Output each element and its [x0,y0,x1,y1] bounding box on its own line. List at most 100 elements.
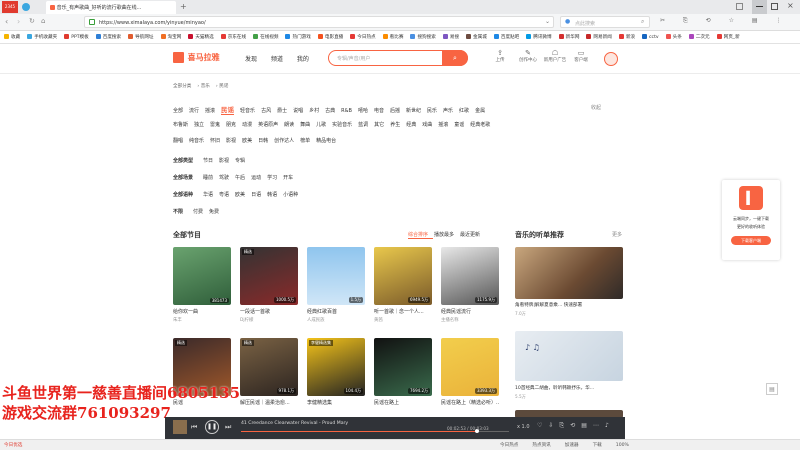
sort-tab[interactable]: 最近更新 [460,232,480,238]
new-user-gift-button[interactable]: ☖ 新用户广告 [542,49,568,63]
filter-option[interactable]: 榜单 [300,138,310,144]
filter-option[interactable]: 朋克 [226,122,236,128]
download-client-button[interactable]: 下载客户端 [731,236,771,245]
bookmark-item[interactable]: 新浪 [618,31,635,44]
filter-option[interactable]: 戏曲 [422,122,432,128]
filter-option[interactable]: 开车 [283,175,293,181]
home-icon[interactable]: ⌂ [41,17,45,25]
bookmark-item[interactable]: 金属城 [466,31,487,44]
new-tab-icon[interactable]: + [180,2,187,11]
filter-option[interactable]: 布鲁斯 [173,122,188,128]
filter-option[interactable]: 节日 [203,158,213,164]
filter-option[interactable]: 学习 [267,175,277,181]
program-cover[interactable]: 7694.2万 [374,338,432,396]
bookmark-item[interactable]: PPT模板 [64,31,89,44]
bookmark-item[interactable]: 网页_新 [716,31,740,44]
program-author[interactable]: Dj柠檬 [240,317,298,323]
filter-option[interactable]: 舞曲 [300,122,310,128]
filter-option[interactable]: 粤语 [219,192,229,198]
program-card[interactable]: 7694.2万 民谣在路上 [374,338,432,406]
filter-option[interactable]: 英语原声 [258,122,278,128]
filter-option[interactable]: 古风 [261,108,271,114]
filter-option[interactable]: 电音 [374,108,384,114]
bookmark-item[interactable]: 热门游戏 [285,31,311,44]
program-card[interactable]: 1175.9万 经典民谣流行 主播名称 [441,247,499,323]
filter-option[interactable]: 影视 [219,158,229,164]
progress-track[interactable] [241,429,509,433]
filter-option[interactable]: 独立 [194,122,204,128]
bookmark-item[interactable]: 淘宝网 [160,31,181,44]
status-today-picks[interactable]: 今日优选 [4,442,22,448]
filter-option[interactable]: 欧美 [242,138,252,144]
filter-option[interactable]: 童谣 [454,122,464,128]
program-title[interactable]: 经典民谣流行 [441,308,499,315]
filter-option[interactable]: 动漫 [242,122,252,128]
close-window-button[interactable]: × [787,1,794,10]
recommend-item-title-2[interactable]: 10首经典二胡曲，聆听韩颖抒乐，华... [515,385,623,391]
filter-option[interactable]: 蓝调 [358,122,368,128]
player-cover[interactable] [173,420,187,434]
tab-active[interactable]: 音乐_有声歌曲_好听的流行歌曲在线... [46,1,176,14]
program-title[interactable]: 经典红歌百首 [307,308,365,315]
recommend-more-link[interactable]: 更多 [612,231,622,238]
nav-discover[interactable]: 发现 [245,56,257,63]
program-cover[interactable]: 381473 [173,247,231,305]
filter-option[interactable]: 摇滚 [438,122,448,128]
filter-option[interactable]: 新世纪 [406,108,421,114]
bookmark-item[interactable]: 电影直播 [317,31,343,44]
filter-option[interactable]: 经典 [406,122,416,128]
back-icon[interactable]: ‹ [5,17,8,26]
filter-option[interactable]: 日语 [251,192,261,198]
site-logo[interactable]: 喜马拉雅 [173,52,220,63]
maximize-button[interactable] [771,3,778,10]
filter-option[interactable]: 创作达人 [274,138,294,144]
search-icon[interactable]: ⌕ [641,18,644,26]
filter-option[interactable]: 精品电台 [316,138,336,144]
collapse-filters-button[interactable]: 收起 [591,104,601,111]
bookmark-item[interactable]: 收藏 [4,31,20,44]
player-action-icons[interactable]: ♡⇩⎘⟲▤⋯ [537,422,605,430]
next-track-icon[interactable]: ⏭ [225,423,231,432]
program-card[interactable]: 精选 1000.5万 一段话一首歌 Dj柠檬 [240,247,298,323]
bookmark-item[interactable]: 百度搜索 [95,31,121,44]
breadcrumb-music[interactable]: 音乐 [201,84,210,89]
bookmark-item[interactable]: 易搜 [442,31,459,44]
filter-option[interactable]: 实验音乐 [332,122,352,128]
filter-option[interactable]: 运动 [251,175,261,181]
program-title[interactable]: 听一首歌｜念一个人... [374,308,432,315]
prev-track-icon[interactable]: ⏮ [191,423,197,432]
filter-option[interactable]: 免费 [209,209,219,215]
creator-center-button[interactable]: ✎ 创作中心 [516,49,540,63]
filter-option[interactable]: 午后 [235,175,245,181]
filter-option[interactable]: 日韩 [258,138,268,144]
program-cover[interactable]: 1.5万 [307,247,365,305]
filter-option[interactable]: 轻音乐 [240,108,255,114]
program-cover[interactable]: 精选 1000.5万 [240,247,298,305]
filter-option[interactable]: 纯音乐 [189,138,204,144]
filter-option[interactable]: 嘻哈 [358,108,368,114]
bookmark-item[interactable]: 看比赛 [382,31,403,44]
filter-option[interactable]: 古典 [325,108,335,114]
bookmark-item[interactable]: 导航网址 [128,31,154,44]
filter-option[interactable]: 金属 [475,108,485,114]
bookmark-item[interactable]: 腾讯微博 [526,31,552,44]
recommend-cover-2[interactable]: ♪ ♫ [515,331,623,381]
filter-option[interactable]: 红歌 [459,108,469,114]
filter-option[interactable]: 乡村 [309,108,319,114]
recommend-item-title-1[interactable]: 角看特牌|解解夏意乘... 快速部署 [515,302,623,308]
filter-option[interactable]: 后摇 [390,108,400,114]
bookmark-item[interactable]: 京东在线 [220,31,246,44]
program-card[interactable]: 精选 978.1万 解压民谣｜温柔治愈... [240,338,298,406]
bookmark-item[interactable]: 百度贴吧 [493,31,519,44]
breadcrumb-all[interactable]: 全部分类 [173,84,191,89]
program-card[interactable]: 3393.3万 民谣在路上（精选必听）... [441,338,499,406]
filter-option[interactable]: 流行 [189,108,199,114]
filter-option[interactable]: 付费 [193,209,203,215]
bookmark-item[interactable]: 二次元 [688,31,710,44]
address-bar[interactable]: https://www.ximalaya.com/yinyue/minyao/ … [84,16,554,28]
bookmark-item[interactable]: 头条 [665,31,682,44]
toolbar-icons[interactable]: ✂ ⎘ ⟲ ☆ ▤ ⋮ [660,17,789,25]
status-bar-item[interactable]: 下载 [593,443,602,448]
program-title[interactable]: 李健精选集 [307,399,365,406]
program-card[interactable]: 1.5万 经典红歌百首 人成民族 [307,247,365,323]
